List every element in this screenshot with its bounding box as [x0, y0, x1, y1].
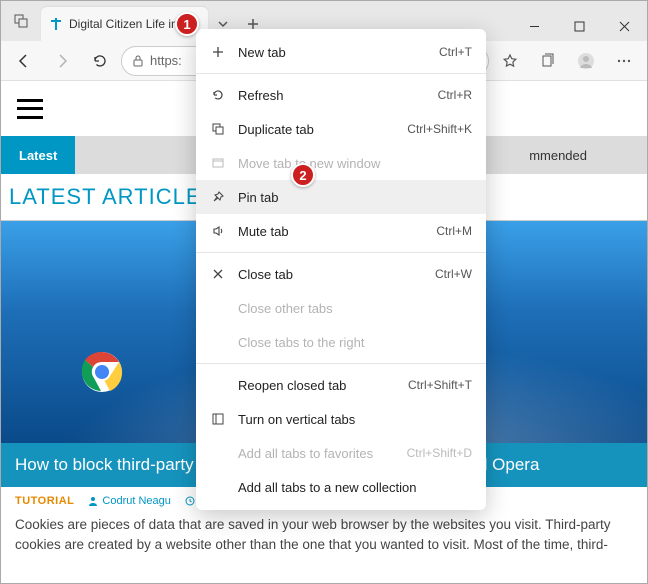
refresh-button[interactable] — [83, 44, 117, 78]
callout-2: 2 — [291, 163, 315, 187]
forward-button[interactable] — [45, 44, 79, 78]
window-controls — [512, 11, 647, 41]
profile-button[interactable] — [569, 44, 603, 78]
nav-latest[interactable]: Latest — [1, 136, 75, 174]
menu-refresh[interactable]: Refresh Ctrl+R — [196, 78, 486, 112]
menu-pin-tab[interactable]: Pin tab — [196, 180, 486, 214]
collections-button[interactable] — [531, 44, 565, 78]
menu-add-favorites: Add all tabs to favorites Ctrl+Shift+D — [196, 436, 486, 470]
menu-reopen-tab[interactable]: Reopen closed tab Ctrl+Shift+T — [196, 368, 486, 402]
menu-vertical-tabs[interactable]: Turn on vertical tabs — [196, 402, 486, 436]
menu-close-tab[interactable]: Close tab Ctrl+W — [196, 257, 486, 291]
pin-icon — [210, 189, 226, 205]
article-tag[interactable]: TUTORIAL — [15, 495, 74, 507]
close-icon — [210, 266, 226, 282]
user-icon — [88, 496, 98, 506]
nav-recommended[interactable]: mmended — [511, 136, 647, 174]
refresh-icon — [210, 87, 226, 103]
maximize-button[interactable] — [557, 11, 602, 41]
tab-context-menu: New tab Ctrl+T Refresh Ctrl+R Duplicate … — [196, 29, 486, 510]
chrome-icon — [81, 351, 123, 393]
clock-icon — [185, 496, 195, 506]
menu-close-right: Close tabs to the right — [196, 325, 486, 359]
duplicate-icon — [210, 121, 226, 137]
menu-move-tab: Move tab to new window — [196, 146, 486, 180]
address-text: https: — [150, 53, 182, 68]
menu-new-tab[interactable]: New tab Ctrl+T — [196, 35, 486, 69]
favicon-icon — [49, 17, 63, 31]
callout-1: 1 — [175, 12, 199, 36]
speaker-icon — [210, 223, 226, 239]
vertical-tabs-icon — [210, 411, 226, 427]
back-button[interactable] — [7, 44, 41, 78]
menu-duplicate-tab[interactable]: Duplicate tab Ctrl+Shift+K — [196, 112, 486, 146]
tab-actions-icon[interactable] — [1, 1, 41, 41]
menu-button[interactable] — [607, 44, 641, 78]
close-window-button[interactable] — [602, 11, 647, 41]
window-icon — [210, 155, 226, 171]
article-body: Cookies are pieces of data that are save… — [1, 511, 647, 566]
article-author[interactable]: Codrut Neagu — [88, 495, 171, 507]
hamburger-icon[interactable] — [17, 99, 43, 119]
plus-icon — [210, 44, 226, 60]
minimize-button[interactable] — [512, 11, 557, 41]
menu-close-other: Close other tabs — [196, 291, 486, 325]
lock-icon — [132, 55, 144, 67]
favorites-button[interactable] — [493, 44, 527, 78]
menu-add-collection[interactable]: Add all tabs to a new collection — [196, 470, 486, 504]
menu-mute-tab[interactable]: Mute tab Ctrl+M — [196, 214, 486, 248]
